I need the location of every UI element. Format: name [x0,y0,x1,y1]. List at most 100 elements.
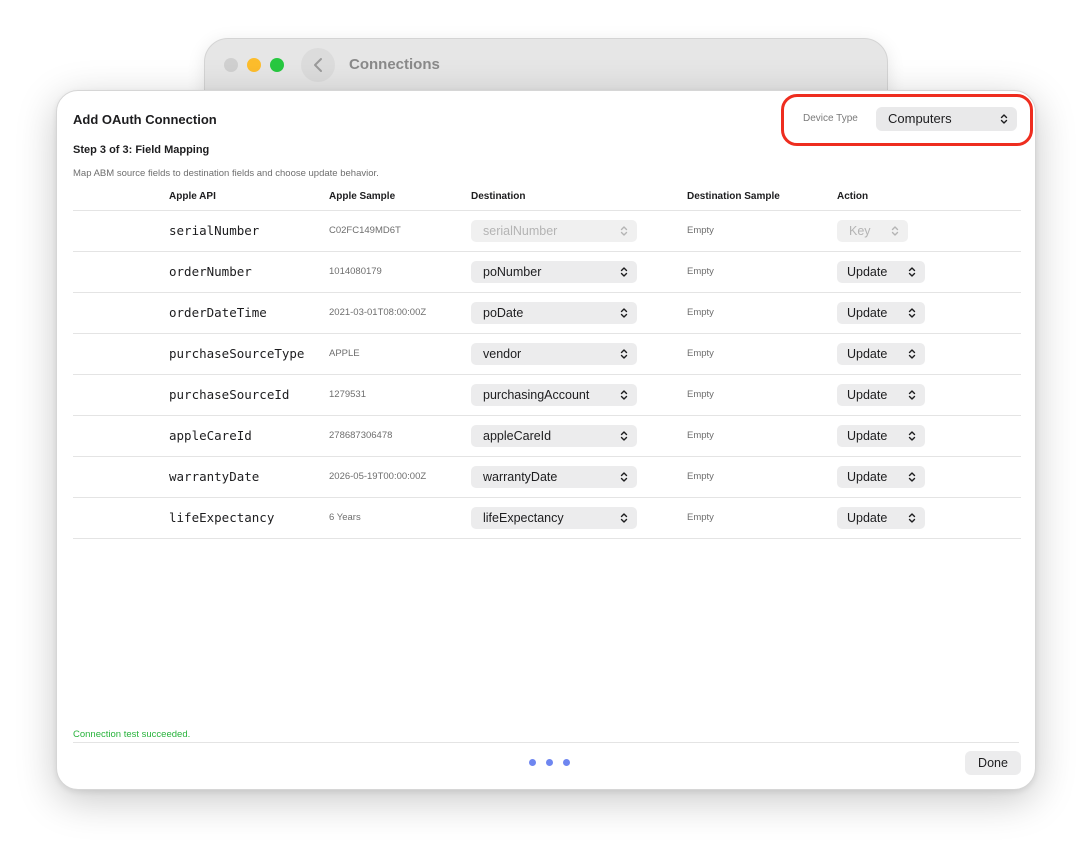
apple-api-field: lifeExpectancy [169,510,275,525]
up-down-chevron-icon [620,267,628,277]
header-destination: Destination [471,191,526,202]
up-down-chevron-icon [891,226,899,236]
apple-api-field: serialNumber [169,223,260,238]
up-down-chevron-icon [908,431,916,441]
apple-sample-value: 1279531 [329,389,366,400]
page-dot [529,759,536,766]
destination-value: poDate [483,306,524,320]
action-select[interactable]: Update [837,425,925,447]
up-down-chevron-icon [620,472,628,482]
maximize-window-button[interactable] [270,58,284,72]
apple-api-field: orderDateTime [169,305,267,320]
field-mapping-table: Apple API Apple Sample Destination Desti… [73,185,1021,539]
action-select[interactable]: Update [837,466,925,488]
destination-select[interactable]: poDate [471,302,637,324]
action-value: Update [847,511,888,525]
apple-api-field: orderNumber [169,264,252,279]
action-select[interactable]: Update [837,384,925,406]
up-down-chevron-icon [620,226,628,236]
destination-value: purchasingAccount [483,388,590,402]
up-down-chevron-icon [620,390,628,400]
apple-sample-value: 278687306478 [329,430,393,441]
table-row: purchaseSourceType APPLE vendor Empty Update [73,334,1021,375]
destination-value: warrantyDate [483,470,558,484]
chevron-left-icon [314,58,322,72]
connection-status: Connection test succeeded. [73,729,191,740]
up-down-chevron-icon [620,349,628,359]
up-down-chevron-icon [908,308,916,318]
header-action: Action [837,191,869,202]
destination-value: serialNumber [483,224,558,238]
table-row: serialNumber C02FC149MD6T serialNumber Empt… [73,211,1021,252]
apple-sample-value: 2021-03-01T08:00:00Z [329,307,427,318]
apple-sample-value: 2026-05-19T00:00:00Z [329,471,427,482]
destination-sample-value: Empty [687,389,714,400]
destination-value: appleCareId [483,429,552,443]
table-header: Apple API Apple Sample Destination Desti… [73,185,1021,211]
action-select: Key [837,220,908,242]
table-row: warrantyDate 2026-05-19T00:00:00Z warranty… [73,457,1021,498]
destination-value: vendor [483,347,522,361]
action-value: Update [847,347,888,361]
destination-select[interactable]: appleCareId [471,425,637,447]
destination-select[interactable]: poNumber [471,261,637,283]
window-title: Connections [349,56,440,73]
action-select[interactable]: Update [837,507,925,529]
up-down-chevron-icon [620,308,628,318]
action-select[interactable]: Update [837,302,925,324]
page-dot [563,759,570,766]
header-destination-sample: Destination Sample [687,191,780,202]
destination-sample-value: Empty [687,430,714,441]
table-row: appleCareId 278687306478 appleCareId Empty U… [73,416,1021,457]
destination-select[interactable]: lifeExpectancy [471,507,637,529]
apple-sample-value: 1014080179 [329,266,382,277]
footer-divider [73,742,1019,743]
page-dot [546,759,553,766]
header-apple-sample: Apple Sample [329,191,396,202]
page-indicator [529,759,570,766]
back-button[interactable] [301,48,335,82]
apple-sample-value: C02FC149MD6T [329,225,401,236]
up-down-chevron-icon [620,431,628,441]
action-value: Update [847,265,888,279]
up-down-chevron-icon [908,390,916,400]
minimize-window-button[interactable] [247,58,261,72]
table-row: orderDateTime 2021-03-01T08:00:00Z poDate E… [73,293,1021,334]
device-type-highlight [781,94,1033,146]
up-down-chevron-icon [620,513,628,523]
action-value: Update [847,306,888,320]
up-down-chevron-icon [908,472,916,482]
action-value: Update [847,388,888,402]
header-apple-api: Apple API [169,191,216,202]
destination-select[interactable]: warrantyDate [471,466,637,488]
table-row: purchaseSourceId 1279531 purchasingAccount… [73,375,1021,416]
table-row: orderNumber 1014080179 poNumber Empty Update [73,252,1021,293]
apple-api-field: warrantyDate [169,469,260,484]
done-button[interactable]: Done [965,751,1021,775]
apple-sample-value: APPLE [329,348,360,359]
destination-sample-value: Empty [687,471,714,482]
destination-sample-value: Empty [687,512,714,523]
table-row: lifeExpectancy 6 Years lifeExpectancy Empty… [73,498,1021,539]
step-title: Step 3 of 3: Field Mapping [73,144,210,156]
apple-sample-value: 6 Years [329,512,361,523]
destination-select[interactable]: vendor [471,343,637,365]
destination-sample-value: Empty [687,266,714,277]
action-value: Update [847,429,888,443]
action-select[interactable]: Update [837,261,925,283]
add-oauth-connection-sheet: Add OAuth Connection Device Type Compute… [56,90,1036,790]
up-down-chevron-icon [908,267,916,277]
close-window-button[interactable] [224,58,238,72]
action-value: Update [847,470,888,484]
up-down-chevron-icon [908,349,916,359]
destination-sample-value: Empty [687,225,714,236]
destination-value: lifeExpectancy [483,511,564,525]
sheet-title: Add OAuth Connection [73,112,217,127]
apple-api-field: appleCareId [169,428,252,443]
destination-sample-value: Empty [687,348,714,359]
step-description: Map ABM source fields to destination fie… [73,168,379,179]
action-select[interactable]: Update [837,343,925,365]
destination-sample-value: Empty [687,307,714,318]
apple-api-field: purchaseSourceId [169,387,290,402]
destination-select[interactable]: purchasingAccount [471,384,637,406]
